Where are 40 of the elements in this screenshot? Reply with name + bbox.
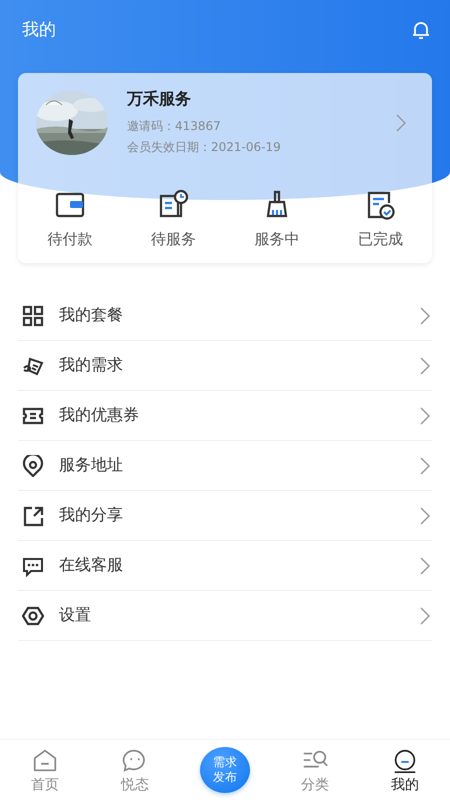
menu-label: 我的优惠券 bbox=[59, 405, 140, 426]
chevron-icon bbox=[420, 456, 430, 474]
invite-code: 邀请码：413867 bbox=[127, 118, 222, 135]
chevron-icon bbox=[420, 556, 430, 574]
user-name: 万禾服务 bbox=[127, 89, 192, 110]
menu-item[interactable]: 我的分享 bbox=[18, 491, 432, 541]
nav-tab[interactable]: 我的 bbox=[391, 746, 419, 794]
menu-label: 我的分享 bbox=[59, 505, 124, 526]
menu-item[interactable]: 在线客服 bbox=[18, 541, 432, 591]
order-status-button[interactable]: 待付款 bbox=[18, 188, 122, 249]
bell-icon[interactable] bbox=[410, 19, 432, 41]
order-status-button[interactable]: 待服务 bbox=[122, 188, 225, 249]
chevron-icon bbox=[420, 306, 430, 324]
chevron-icon bbox=[420, 406, 430, 424]
chevron-icon bbox=[396, 114, 406, 132]
grid-icon bbox=[22, 304, 44, 326]
nav-tab[interactable]: 悦态 bbox=[121, 746, 149, 794]
nav-tab[interactable]: 首页 bbox=[31, 746, 59, 794]
chevron-icon bbox=[420, 606, 430, 624]
menu-item[interactable]: 我的优惠券 bbox=[18, 391, 432, 441]
membership-expiry: 会员失效日期：2021-06-19 bbox=[127, 139, 282, 156]
menu-item[interactable]: 我的套餐 bbox=[18, 291, 432, 341]
menu-label: 设置 bbox=[59, 605, 92, 626]
chevron-icon bbox=[420, 506, 430, 524]
hexagon-icon bbox=[22, 604, 44, 626]
menu-item[interactable]: 设置 bbox=[18, 591, 432, 641]
order-status-button[interactable]: 已完成 bbox=[328, 188, 432, 249]
order-status-button[interactable]: 服务中 bbox=[225, 188, 328, 249]
share-icon bbox=[22, 504, 44, 526]
menu-label: 我的需求 bbox=[59, 355, 124, 376]
location-pin-icon bbox=[22, 454, 44, 476]
nav-tab[interactable]: 分类 bbox=[301, 746, 329, 794]
menu-item[interactable]: 服务地址 bbox=[18, 441, 432, 491]
page-title: 我的 bbox=[22, 19, 56, 41]
menu-label: 在线客服 bbox=[59, 555, 124, 576]
scroll-icon bbox=[22, 354, 44, 376]
chevron-icon bbox=[420, 356, 430, 374]
menu-label: 我的套餐 bbox=[59, 305, 124, 326]
menu-label: 服务地址 bbox=[59, 455, 124, 476]
menu-item[interactable]: 我的需求 bbox=[18, 341, 432, 391]
